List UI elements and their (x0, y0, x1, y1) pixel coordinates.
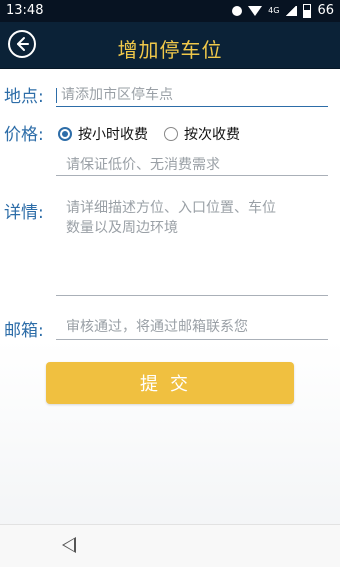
price-options: 按小时收费 按次收费 (58, 124, 240, 144)
radio-per-visit[interactable] (164, 127, 178, 141)
email-input[interactable]: 审核通过，将通过邮箱联系您 (56, 316, 328, 340)
radio-hourly[interactable] (58, 127, 72, 141)
details-placeholder-line2: 数量以及周边环境 (66, 220, 178, 236)
submit-button[interactable]: 提交 (46, 362, 294, 404)
network-type: 4G (268, 5, 280, 15)
battery-level: 66 (317, 3, 334, 18)
radio-per-visit-label[interactable]: 按次收费 (184, 124, 240, 144)
details-textarea[interactable]: 请详细描述方位、入口位置、车位 数量以及周边环境 (56, 198, 328, 296)
signal-icon (285, 5, 298, 16)
status-icons: 4G 66 (232, 3, 334, 18)
location-input[interactable]: 请添加市区停车点 (56, 84, 328, 107)
price-placeholder: 请保证低价、无消费需求 (66, 157, 220, 173)
text-cursor (56, 87, 57, 103)
wifi-icon (248, 5, 263, 16)
status-time: 13:48 (6, 3, 44, 18)
details-placeholder-line1: 请详细描述方位、入口位置、车位 (66, 200, 276, 216)
price-label: 价格: (4, 125, 44, 145)
location-label: 地点: (4, 87, 44, 107)
radio-hourly-label[interactable]: 按小时收费 (78, 124, 148, 144)
page-title: 增加停车位 (117, 38, 223, 62)
price-input[interactable]: 请保证低价、无消费需求 (56, 154, 328, 176)
details-label: 详情: (4, 203, 44, 223)
status-bar: 13:48 4G 66 (0, 0, 340, 22)
battery-icon (303, 3, 312, 18)
alarm-icon (232, 5, 243, 16)
nav-back-icon[interactable] (62, 537, 76, 553)
system-nav-bar (0, 524, 340, 567)
location-placeholder: 请添加市区停车点 (61, 87, 173, 103)
email-placeholder: 审核通过，将通过邮箱联系您 (66, 319, 248, 335)
email-label: 邮箱: (4, 321, 44, 341)
app-header: 增加停车位 (0, 22, 340, 69)
